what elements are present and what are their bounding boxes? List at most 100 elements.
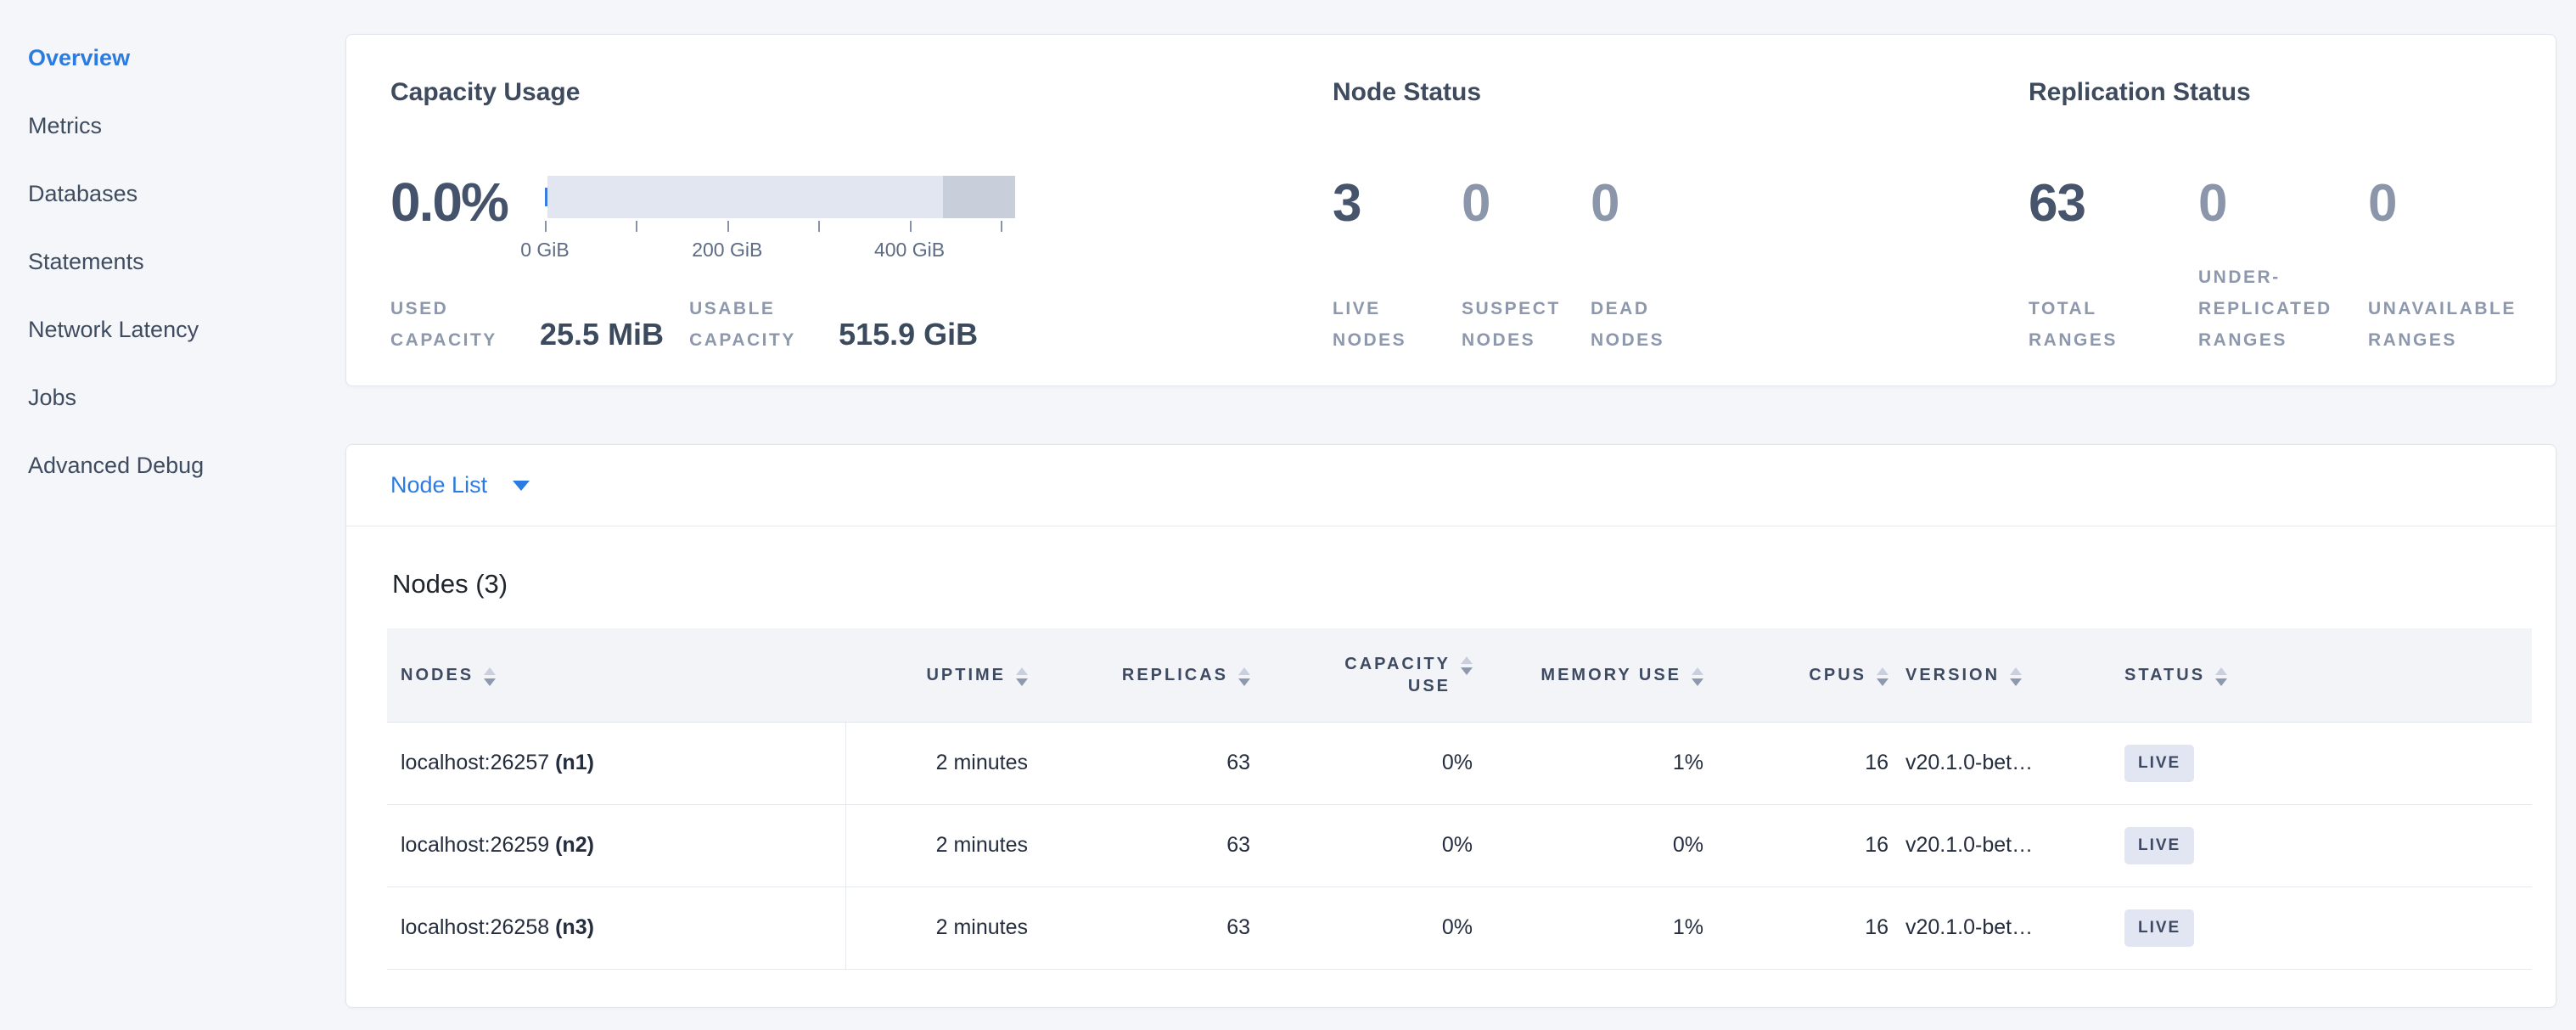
column-header-version[interactable]: VERSION: [1897, 628, 2116, 722]
total-ranges-label: TOTAL RANGES: [2029, 293, 2190, 356]
cpus-cell: 16: [1712, 722, 1897, 804]
suspect-nodes-value: 0: [1462, 176, 1591, 232]
cpus-cell: 16: [1712, 804, 1897, 886]
used-capacity-label: USED CAPACITY: [390, 293, 540, 356]
sort-icon[interactable]: [2010, 664, 2022, 686]
suspect-nodes-label: SUSPECT NODES: [1462, 293, 1591, 356]
suspect-nodes-stat: 0 SUSPECT NODES: [1462, 176, 1591, 356]
under-replicated-ranges-label: UNDER-REPLICATED RANGES: [2198, 262, 2360, 356]
axis-tick-label: 0 GiB: [520, 239, 570, 262]
axis-tick-label: 200 GiB: [692, 239, 762, 262]
sort-icon[interactable]: [1877, 664, 1889, 686]
capacity-bar-segment-reserved: [943, 176, 1015, 218]
uptime-cell: 2 minutes: [845, 804, 1036, 886]
capacity-use-cell: 0%: [1259, 886, 1481, 969]
usable-capacity-label: USABLE CAPACITY: [689, 293, 839, 356]
node-list-selector-label: Node List: [390, 472, 487, 498]
chevron-down-icon: [513, 481, 530, 491]
unavailable-ranges-label: UNAVAILABLE RANGES: [2368, 293, 2529, 356]
sort-icon[interactable]: [1461, 653, 1473, 675]
cluster-overview-page: Overview Metrics Databases Statements Ne…: [0, 0, 2576, 1030]
sidebar-item-overview[interactable]: Overview: [28, 24, 345, 92]
replicas-cell: 63: [1036, 804, 1259, 886]
node-address-cell: localhost:26257 (n1): [387, 722, 845, 804]
sidebar-item-jobs[interactable]: Jobs: [28, 363, 345, 431]
sidebar: Overview Metrics Databases Statements Ne…: [0, 0, 345, 1030]
cluster-summary-card: Capacity Usage 0.0% 0 GiB200 GiB400 GiB …: [345, 34, 2556, 386]
status-badge: LIVE: [2124, 745, 2194, 782]
used-capacity-value: 25.5 MiB: [540, 317, 664, 352]
status-badge: LIVE: [2124, 909, 2194, 947]
memory-use-cell: 1%: [1481, 722, 1712, 804]
sort-icon[interactable]: [1016, 664, 1028, 686]
status-badge: LIVE: [2124, 827, 2194, 864]
status-cell: LIVE: [2116, 722, 2532, 804]
node-row-n3[interactable]: localhost:26258 (n3) 2 minutes 63 0% 1% …: [387, 886, 2532, 969]
live-nodes-label: LIVE NODES: [1333, 293, 1462, 356]
capacity-usage-title: Capacity Usage: [390, 77, 1333, 108]
total-ranges-value: 63: [2029, 176, 2198, 232]
uptime-cell: 2 minutes: [845, 722, 1036, 804]
node-list-body: Nodes (3) NODES UPTIME REPLICAS CAPACITY…: [346, 526, 2556, 1007]
main-content: Capacity Usage 0.0% 0 GiB200 GiB400 GiB …: [345, 0, 2576, 1030]
live-nodes-value: 3: [1333, 176, 1462, 232]
dead-nodes-stat: 0 DEAD NODES: [1591, 176, 1720, 356]
replication-status-title: Replication Status: [2029, 77, 2556, 108]
column-header-uptime[interactable]: UPTIME: [845, 628, 1036, 722]
axis-tick: [636, 221, 637, 232]
node-row-n2[interactable]: localhost:26259 (n2) 2 minutes 63 0% 0% …: [387, 804, 2532, 886]
replicas-cell: 63: [1036, 722, 1259, 804]
cpus-cell: 16: [1712, 886, 1897, 969]
live-nodes-stat: 3 LIVE NODES: [1333, 176, 1462, 356]
axis-tick-label: 400 GiB: [874, 239, 945, 262]
column-header-replicas[interactable]: REPLICAS: [1036, 628, 1259, 722]
sidebar-item-advanced-debug[interactable]: Advanced Debug: [28, 431, 345, 499]
version-cell: v20.1.0-bet…: [1897, 804, 2116, 886]
column-header-cpus[interactable]: CPUS: [1712, 628, 1897, 722]
column-header-status[interactable]: STATUS: [2116, 628, 2532, 722]
capacity-axis: [545, 218, 1015, 232]
total-ranges-stat: 63 TOTAL RANGES: [2029, 176, 2198, 356]
node-address-cell: localhost:26259 (n2): [387, 804, 845, 886]
sort-icon[interactable]: [2215, 664, 2227, 686]
node-address-cell: localhost:26258 (n3): [387, 886, 845, 969]
capacity-axis-labels: 0 GiB200 GiB400 GiB: [545, 239, 1015, 261]
uptime-cell: 2 minutes: [845, 886, 1036, 969]
node-list-selector[interactable]: Node List: [346, 445, 2556, 526]
sidebar-item-statements[interactable]: Statements: [28, 228, 345, 295]
capacity-gauge: 0.0% 0 GiB200 GiB400 GiB USED CAPACITY 2…: [390, 176, 1333, 356]
sidebar-item-network-latency[interactable]: Network Latency: [28, 295, 345, 363]
sidebar-item-metrics[interactable]: Metrics: [28, 92, 345, 160]
memory-use-cell: 1%: [1481, 886, 1712, 969]
capacity-bar: [545, 176, 1015, 218]
usable-capacity-value: 515.9 GiB: [839, 317, 978, 352]
axis-tick: [1001, 221, 1002, 232]
axis-tick: [727, 221, 729, 232]
capacity-use-cell: 0%: [1259, 722, 1481, 804]
unavailable-ranges-value: 0: [2368, 176, 2538, 232]
sort-icon[interactable]: [484, 664, 496, 686]
capacity-use-cell: 0%: [1259, 804, 1481, 886]
sort-icon[interactable]: [1692, 664, 1703, 686]
nodes-table-header-row: NODES UPTIME REPLICAS CAPACITY USE MEMOR…: [387, 628, 2532, 722]
capacity-bar-segment-available: [547, 176, 943, 218]
memory-use-cell: 0%: [1481, 804, 1712, 886]
status-cell: LIVE: [2116, 886, 2532, 969]
column-header-nodes[interactable]: NODES: [387, 628, 845, 722]
replication-status-section: Replication Status 63 TOTAL RANGES 0 UND…: [2029, 77, 2556, 386]
version-cell: v20.1.0-bet…: [1897, 722, 2116, 804]
axis-tick: [545, 221, 547, 232]
sort-icon[interactable]: [1238, 664, 1250, 686]
column-header-memory-use[interactable]: MEMORY USE: [1481, 628, 1712, 722]
nodes-section-title: Nodes (3): [392, 569, 2532, 599]
axis-tick: [818, 221, 820, 232]
axis-tick: [910, 221, 912, 232]
node-status-section: Node Status 3 LIVE NODES 0 SUSPECT NODES…: [1333, 77, 2029, 386]
column-header-capacity-use[interactable]: CAPACITY USE: [1259, 628, 1481, 722]
node-row-n1[interactable]: localhost:26257 (n1) 2 minutes 63 0% 1% …: [387, 722, 2532, 804]
capacity-stats: USED CAPACITY 25.5 MiB USABLE CAPACITY 5…: [390, 293, 1333, 356]
under-replicated-ranges-value: 0: [2198, 176, 2368, 232]
capacity-usage-section: Capacity Usage 0.0% 0 GiB200 GiB400 GiB …: [390, 77, 1333, 386]
node-list-card: Node List Nodes (3) NODES UPTIME REPLICA…: [345, 444, 2556, 1008]
sidebar-item-databases[interactable]: Databases: [28, 160, 345, 228]
